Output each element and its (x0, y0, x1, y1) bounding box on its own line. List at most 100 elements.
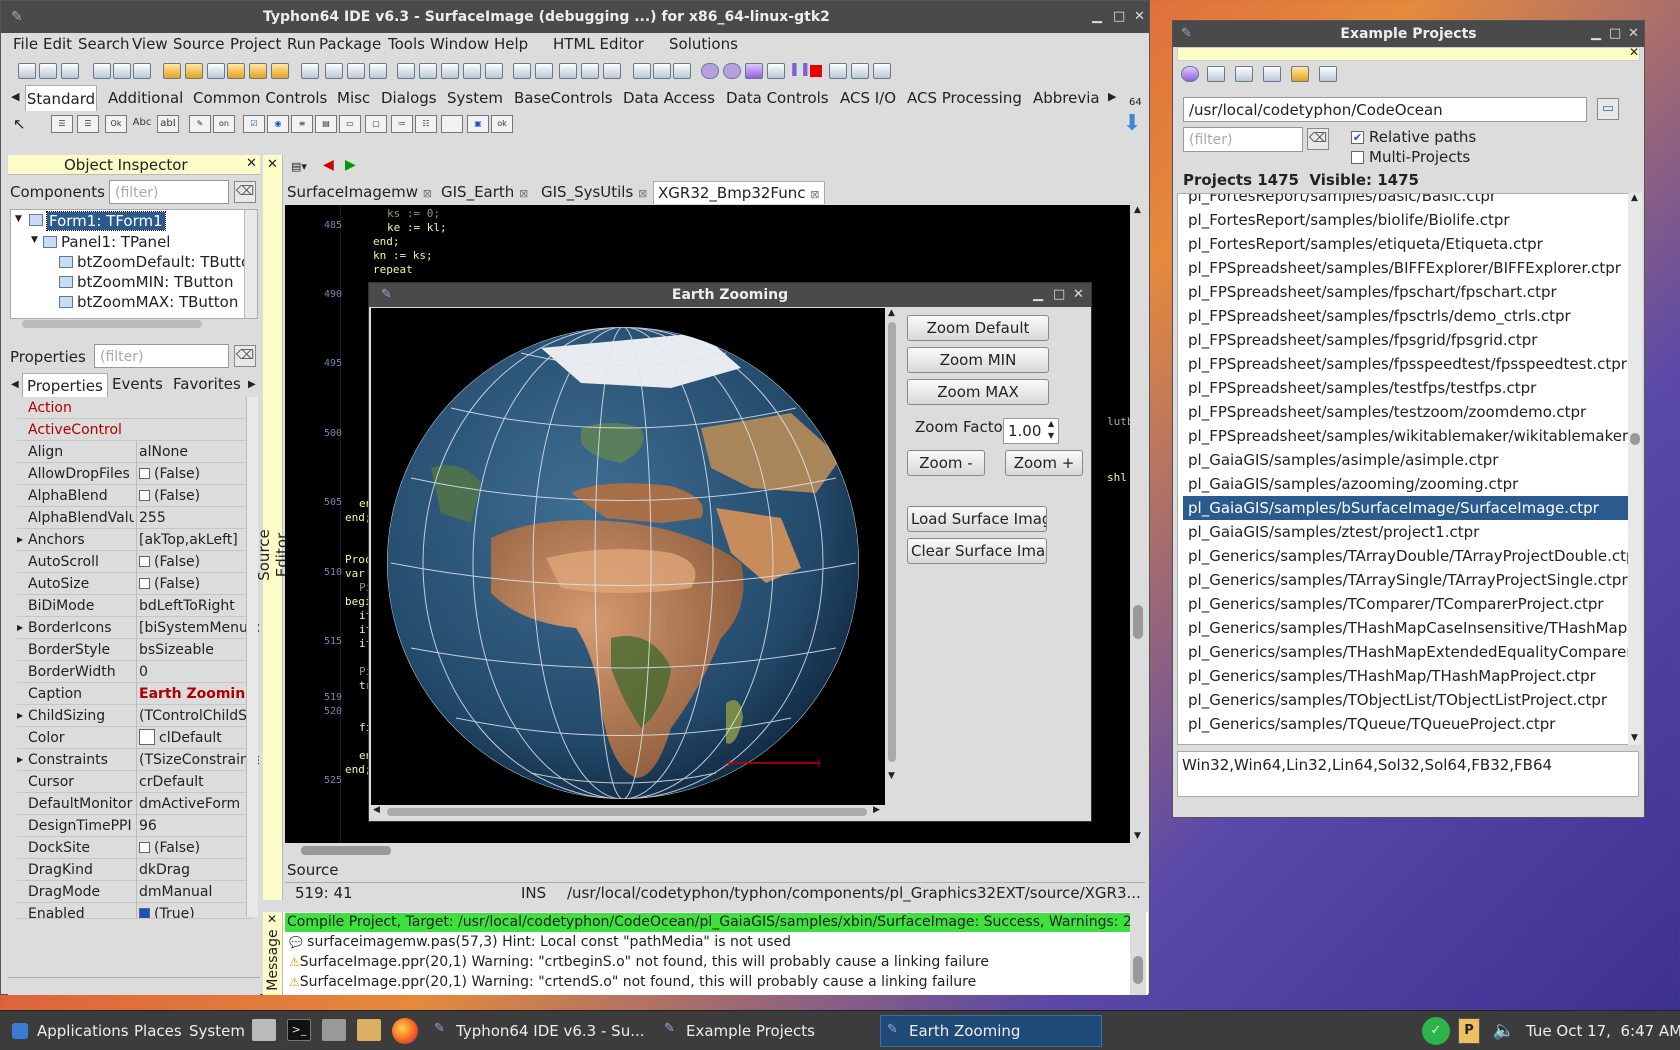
property-grid-scrollbar[interactable] (246, 397, 258, 917)
zoom-max-button[interactable]: Zoom MAX (907, 379, 1049, 405)
tab-surfaceimagemw[interactable]: SurfaceImagemw ⊠ (287, 181, 432, 204)
tree-expand-icon[interactable]: ▼ (15, 214, 22, 224)
prop-row-color[interactable]: Color clDefault (17, 727, 253, 749)
prop-row-caption[interactable]: Caption Earth Zooming (17, 683, 255, 705)
actionlist-icon[interactable]: ok (491, 115, 513, 133)
firefox-icon[interactable] (392, 1018, 418, 1044)
clock[interactable]: Tue Oct 17, 6:47 AM (1526, 1016, 1680, 1046)
open-project-icon[interactable] (1235, 66, 1253, 82)
code-hscrollbar[interactable] (285, 843, 1130, 857)
browse-folder-icon[interactable]: ▭ (1597, 98, 1619, 120)
palette-tab-data-controls[interactable]: Data Controls (726, 85, 829, 111)
package-icon[interactable] (207, 63, 225, 79)
build-all-icon[interactable] (1207, 66, 1225, 82)
prop-value[interactable]: dmActiveForm (136, 793, 259, 815)
prop-value[interactable]: 0 (136, 661, 259, 683)
combobox-icon[interactable]: ▤ (315, 115, 337, 133)
zoom-factor-value[interactable]: 1.00 (1008, 422, 1041, 440)
radiobutton-icon[interactable]: ◉ (267, 115, 289, 133)
properties-filter-input[interactable]: (filter) (94, 344, 229, 368)
prop-row-alphablendvalue[interactable]: AlphaBlendValue255 (17, 507, 253, 529)
tools-icon[interactable] (249, 63, 267, 79)
new-file-icon[interactable] (18, 63, 36, 79)
folder-icon[interactable] (1291, 66, 1309, 82)
project-item[interactable]: pl_Generics/samples/TArrayDouble/TArrayP… (1183, 544, 1628, 568)
globe-hscrollbar[interactable]: ◀ ▶ (371, 805, 885, 819)
palette-right-arrow-icon[interactable]: ▶ (1108, 90, 1116, 103)
prop-value[interactable]: (False) (136, 463, 259, 485)
palette-tab-data-access[interactable]: Data Access (623, 85, 715, 111)
warning-message[interactable]: ⚠SurfaceImage.ppr(20,1) Warning: "crtend… (289, 974, 976, 990)
prop-row-action[interactable]: Action (17, 397, 253, 419)
settings-mixer-icon[interactable] (322, 1019, 346, 1041)
tree-node-panel1[interactable]: Panel1: TPanel (61, 233, 170, 251)
checkbox[interactable] (139, 468, 150, 479)
radiogroup-icon[interactable]: ≔ (391, 115, 413, 133)
projects-maximize-icon[interactable]: □ (1609, 21, 1621, 47)
volume-icon[interactable]: 🔈 (1490, 1017, 1518, 1045)
tab-gis-earth[interactable]: GIS_Earth ⊠ (441, 181, 528, 204)
zoom-default-button[interactable]: Zoom Default (907, 315, 1049, 341)
palette-left-arrow-icon[interactable]: ◀ (11, 90, 19, 103)
scroll-up-icon[interactable]: ▲ (888, 308, 895, 318)
tab-close-icon[interactable]: ⊠ (638, 187, 647, 200)
palette-tab-common-controls[interactable]: Common Controls (193, 85, 327, 111)
inner-close-icon[interactable]: ✕ (1629, 45, 1639, 59)
project-item[interactable]: pl_FPSpreadsheet/samples/BIFFExplorer/BI… (1183, 256, 1628, 280)
earth-close-icon[interactable]: ✕ (1073, 283, 1084, 307)
prop-value[interactable]: 255 (136, 507, 259, 529)
expand-arrow-icon[interactable]: ▶ (17, 705, 23, 727)
project-item[interactable]: pl_FortesReport/samples/biolife/Biolife.… (1183, 208, 1628, 232)
project-item-selected[interactable]: pl_GaiaGIS/samples/bSurfaceImage/Surface… (1183, 496, 1628, 520)
palette-tab-misc[interactable]: Misc (337, 85, 370, 111)
cut-icon[interactable] (633, 63, 651, 79)
editor-menu-icon[interactable]: ▤▾ (291, 160, 307, 173)
components-filter-input[interactable]: (filter) (109, 180, 229, 204)
project-item[interactable]: pl_FortesReport/samples/etiqueta/Etiquet… (1183, 232, 1628, 256)
platforms-box[interactable]: Win32,Win64,Lin32,Lin64,Sol32,Sol64,FB32… (1177, 751, 1639, 797)
checkbox[interactable] (139, 490, 150, 501)
projects-list-scrollbar[interactable]: ▲ ▼ (1628, 193, 1642, 745)
menu-file[interactable]: File (13, 33, 38, 55)
taskbar-window-ide[interactable]: ✎ Typhon64 IDE v6.3 - Su... (428, 1015, 645, 1047)
scroll-thumb[interactable] (1133, 605, 1143, 639)
tree-node-btzoomdefault[interactable]: btZoomDefault: TButton (77, 253, 257, 271)
taskbar-window-projects[interactable]: ✎ Example Projects (658, 1015, 868, 1047)
prop-row-autosize[interactable]: AutoSize (False) (17, 573, 253, 595)
places-menu[interactable]: Places (134, 1016, 182, 1046)
minimize-icon[interactable]: ▁ (1092, 1, 1102, 33)
prop-value[interactable]: Earth Zooming (136, 683, 259, 705)
breakpoint-icon[interactable] (723, 63, 741, 79)
compile-success-message[interactable]: Compile Project, Target: /usr/local/code… (285, 913, 1130, 932)
multi-projects-checkbox[interactable] (1351, 151, 1364, 164)
copy-icon[interactable] (653, 63, 671, 79)
compile-icon[interactable] (185, 63, 203, 79)
scroll-up-icon[interactable]: ▲ (1631, 193, 1638, 203)
code-explorer-icon[interactable] (463, 63, 481, 79)
palette-tab-dialogs[interactable]: Dialogs (381, 85, 437, 111)
hint-message[interactable]: 💬 surfaceimagemw.pas(57,3) Hint: Local c… (289, 934, 791, 950)
project-item[interactable]: pl_FPSpreadsheet/samples/fpsgrid/fpsgrid… (1183, 328, 1628, 352)
prop-row-constraints[interactable]: ▶ Constraints (TSizeConstraints) (17, 749, 259, 771)
zoom-plus-button[interactable]: Zoom + (1005, 450, 1083, 476)
prop-value[interactable]: crDefault (136, 771, 259, 793)
tab-xgr32-bmp32func[interactable]: XGR32_Bmp32Func ⊠ (653, 181, 825, 204)
open-file-icon[interactable] (39, 63, 57, 79)
prop-row-dragmode[interactable]: DragMode dmManual (17, 881, 253, 903)
palette-tab-acs-io[interactable]: ACS I/O (840, 85, 896, 111)
label-icon[interactable]: Abc (131, 115, 153, 133)
applications-menu-icon[interactable] (12, 1023, 28, 1039)
tree-expand-icon[interactable]: ▼ (31, 235, 38, 245)
checkbox-icon[interactable]: ☑ (243, 115, 265, 133)
scroll-thumb[interactable] (1133, 956, 1143, 984)
prop-value[interactable]: (TControlChildSizing) (136, 705, 259, 727)
tab-close-icon[interactable]: ⊠ (519, 187, 528, 200)
source-editor-close-icon[interactable]: ✕ (267, 157, 278, 172)
save-icon[interactable] (61, 63, 79, 79)
prop-row-autoscroll[interactable]: AutoScroll (False) (17, 551, 253, 573)
scrollbar-icon[interactable]: ▭ (339, 115, 361, 133)
menu-run[interactable]: Run (287, 33, 316, 55)
messages-close-icon[interactable]: ✕ (267, 912, 277, 926)
menu-search[interactable]: Search (78, 33, 130, 55)
prop-value[interactable]: (False) (136, 485, 259, 507)
